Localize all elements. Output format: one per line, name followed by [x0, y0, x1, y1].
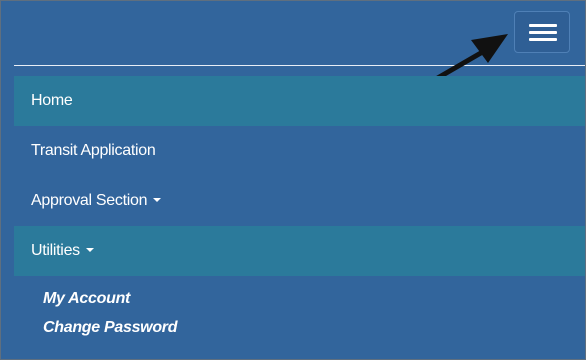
caret-down-icon	[153, 197, 162, 202]
navbar-header	[1, 1, 585, 65]
submenu-item-change-password[interactable]: Change Password	[14, 313, 585, 342]
menu-item-utilities[interactable]: Utilities	[14, 226, 585, 276]
menu-item-approval-section[interactable]: Approval Section	[14, 176, 585, 226]
submenu-item-my-account[interactable]: My Account	[14, 284, 585, 313]
caret-down-icon	[85, 247, 94, 252]
hamburger-menu-icon	[529, 24, 557, 27]
navigation-menu: Home Transit Application Approval Sectio…	[14, 76, 585, 342]
submenu-item-label: My Account	[43, 290, 131, 307]
hamburger-menu-icon	[529, 38, 557, 41]
menu-item-label: Home	[31, 92, 73, 109]
utilities-submenu: My Account Change Password	[14, 284, 585, 342]
menu-item-home[interactable]: Home	[14, 76, 585, 126]
menu-item-label: Transit Application	[31, 142, 156, 159]
hamburger-menu-icon	[529, 31, 557, 34]
menu-item-label: Approval Section	[31, 192, 148, 209]
menu-item-label: Utilities	[31, 242, 80, 259]
navbar-divider	[14, 65, 585, 66]
mobile-nav-screenshot: Home Transit Application Approval Sectio…	[0, 0, 586, 360]
menu-item-transit-application[interactable]: Transit Application	[14, 126, 585, 176]
submenu-item-label: Change Password	[43, 319, 178, 336]
navbar-toggle-button[interactable]	[514, 11, 570, 53]
